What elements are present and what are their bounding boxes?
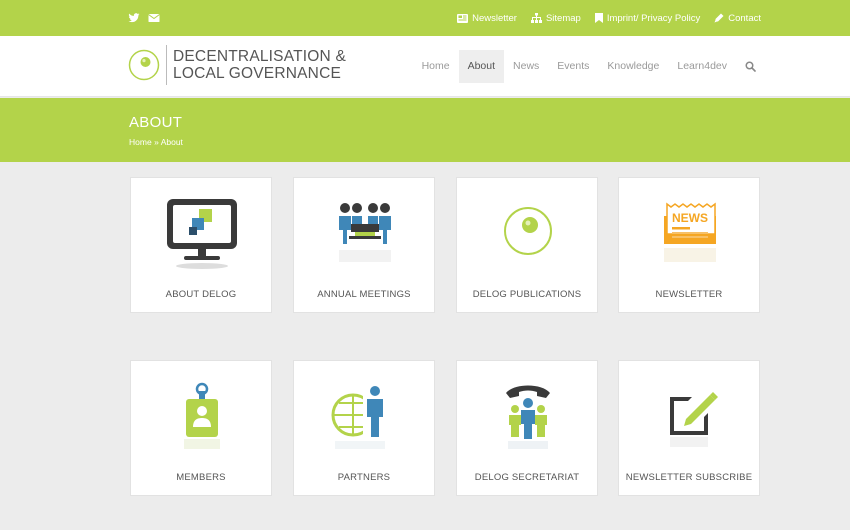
top-link-imprint[interactable]: Imprint/ Privacy Policy xyxy=(594,12,701,24)
tile-partners[interactable]: PARTNERS xyxy=(293,360,435,496)
logo-separator xyxy=(166,45,167,85)
svg-text:NEWS: NEWS xyxy=(672,211,708,225)
email-icon[interactable] xyxy=(148,11,160,23)
top-links: Newsletter Sitemap Imprint/ Privacy Poli… xyxy=(457,0,761,36)
tile-members[interactable]: MEMBERS xyxy=(130,360,272,496)
tile-delog-publications[interactable]: DELOG PUBLICATIONS xyxy=(456,177,598,313)
breadcrumb-separator: » xyxy=(154,137,159,147)
page-banner: ABOUT Home » About xyxy=(0,98,850,162)
top-bar: Newsletter Sitemap Imprint/ Privacy Poli… xyxy=(0,0,850,36)
logo-line-1: DECENTRALISATION & xyxy=(173,48,346,65)
sitemap-icon xyxy=(530,13,542,23)
page-title: ABOUT xyxy=(129,114,183,131)
badge-icon xyxy=(184,382,220,449)
breadcrumb: Home » About xyxy=(129,137,183,147)
top-link-contact[interactable]: Contact xyxy=(714,13,761,24)
tile-label: NEWSLETTER xyxy=(655,289,723,300)
nav-home[interactable]: Home xyxy=(413,50,459,83)
social-links xyxy=(128,11,160,23)
newspaper-icon xyxy=(457,13,469,23)
tile-label: ABOUT DELOG xyxy=(165,289,237,300)
phone-team-icon xyxy=(506,385,550,449)
top-link-sitemap[interactable]: Sitemap xyxy=(530,12,581,24)
bookmark-icon xyxy=(594,13,603,23)
edit-document-icon xyxy=(670,392,718,447)
nav-news[interactable]: News xyxy=(504,50,548,83)
tile-label: DELOG SECRETARIAT xyxy=(474,472,580,483)
tile-label: MEMBERS xyxy=(176,472,226,483)
site-logo[interactable]: DECENTRALISATION & LOCAL GOVERNANCE xyxy=(128,45,346,85)
tile-label: ANNUAL MEETINGS xyxy=(317,289,411,300)
nav-learn4dev[interactable]: Learn4dev xyxy=(668,50,736,83)
top-link-label: Imprint/ Privacy Policy xyxy=(606,12,701,24)
globe-person-icon xyxy=(331,386,385,449)
main-nav: Home About News Events Knowledge Learn4d… xyxy=(413,50,764,83)
nav-search-button[interactable] xyxy=(736,50,764,83)
pencil-icon xyxy=(714,13,724,23)
logo-text: DECENTRALISATION & LOCAL GOVERNANCE xyxy=(173,48,346,82)
logo-line-2: LOCAL GOVERNANCE xyxy=(173,65,342,82)
twitter-icon[interactable] xyxy=(128,11,140,23)
tile-about-delog[interactable]: ABOUT DELOG xyxy=(130,177,272,313)
meeting-icon xyxy=(339,203,391,262)
tile-label: PARTNERS xyxy=(337,472,391,483)
nav-about[interactable]: About xyxy=(458,50,505,83)
top-link-label: Contact xyxy=(728,12,761,24)
tile-newsletter-subscribe[interactable]: NEWSLETTER SUBSCRIBE xyxy=(618,360,760,496)
tile-newsletter[interactable]: NEWS NEWSLETTER xyxy=(618,177,760,313)
top-link-label: Newsletter xyxy=(472,12,517,24)
nav-knowledge[interactable]: Knowledge xyxy=(598,50,668,83)
tile-delog-secretariat[interactable]: DELOG SECRETARIAT xyxy=(456,360,598,496)
site-header: DECENTRALISATION & LOCAL GOVERNANCE Home… xyxy=(0,36,850,97)
tile-label: NEWSLETTER SUBSCRIBE xyxy=(625,472,753,483)
top-link-label: Sitemap xyxy=(545,12,581,24)
tile-annual-meetings[interactable]: ANNUAL MEETINGS xyxy=(293,177,435,313)
tile-label: DELOG PUBLICATIONS xyxy=(472,289,582,300)
nav-events[interactable]: Events xyxy=(548,50,598,83)
breadcrumb-current: About xyxy=(160,137,183,147)
top-link-newsletter[interactable]: Newsletter xyxy=(457,13,517,24)
news-icon: NEWS xyxy=(664,202,716,262)
delog-circle-icon xyxy=(504,207,552,255)
search-icon xyxy=(745,61,756,72)
monitor-icon xyxy=(167,199,237,269)
logo-mark-icon xyxy=(128,49,160,81)
breadcrumb-home[interactable]: Home xyxy=(129,137,152,147)
